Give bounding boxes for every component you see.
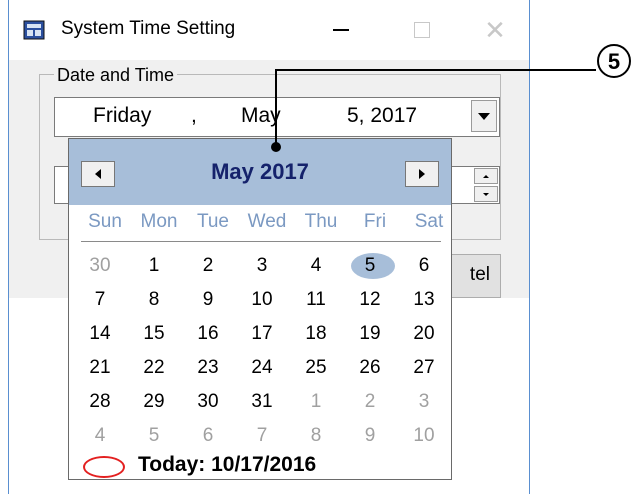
groupbox-legend: Date and Time xyxy=(54,65,178,86)
arrow-up-icon xyxy=(483,174,489,178)
month-calendar-dropdown[interactable]: May 2017 Sun Mon Tue Wed Thu Fri Sat 30 1 2 3 4 5 6 7… xyxy=(68,138,452,480)
calendar-day[interactable]: 16 xyxy=(181,319,235,349)
cancel-button-label: tel xyxy=(469,264,490,285)
weekday-label: Tue xyxy=(196,211,230,232)
next-month-button[interactable] xyxy=(405,161,439,187)
spin-up-button[interactable] xyxy=(474,168,498,184)
calendar-day[interactable]: 7 xyxy=(235,421,289,451)
weekday-label: Wed xyxy=(247,211,287,232)
calendar-day[interactable]: 13 xyxy=(397,285,451,315)
calendar-day[interactable]: 6 xyxy=(397,251,451,281)
calendar-day[interactable]: 3 xyxy=(235,251,289,281)
calendar-month-title[interactable]: May 2017 xyxy=(69,159,451,185)
callout-number-badge: 5 xyxy=(597,44,631,78)
calendar-day[interactable]: 10 xyxy=(397,421,451,451)
window-title: System Time Setting xyxy=(61,18,236,39)
weekday-label: Fri xyxy=(363,211,387,232)
calendar-header: May 2017 xyxy=(69,139,451,205)
time-spinner[interactable] xyxy=(474,168,498,202)
weekday-segment[interactable]: Friday xyxy=(93,104,151,128)
date-picker-field[interactable]: Friday , May 5, 2017 xyxy=(54,97,500,137)
calendar-day[interactable]: 31 xyxy=(235,387,289,417)
calendar-day[interactable]: 17 xyxy=(235,319,289,349)
weekday-label: Sat xyxy=(414,211,444,232)
calendar-day[interactable]: 5 xyxy=(343,251,397,281)
calendar-day[interactable]: 21 xyxy=(73,353,127,383)
calendar-day[interactable]: 1 xyxy=(289,387,343,417)
chevron-down-icon xyxy=(478,112,490,120)
calendar-day[interactable]: 10 xyxy=(235,285,289,315)
calendar-day[interactable]: 26 xyxy=(343,353,397,383)
calendar-day[interactable]: 2 xyxy=(181,251,235,281)
calendar-day[interactable]: 22 xyxy=(127,353,181,383)
month-segment[interactable]: May xyxy=(241,104,281,128)
calendar-day[interactable]: 9 xyxy=(181,285,235,315)
day-year-segment[interactable]: 5, 2017 xyxy=(347,104,417,128)
maximize-button[interactable] xyxy=(406,14,438,46)
close-icon: ✕ xyxy=(484,14,506,45)
spin-down-button[interactable] xyxy=(474,186,498,202)
calendar-day[interactable]: 3 xyxy=(397,387,451,417)
calendar-day[interactable]: 11 xyxy=(289,285,343,315)
calendar-day[interactable]: 8 xyxy=(289,421,343,451)
weekday-label: Sun xyxy=(88,211,122,232)
calendar-day[interactable]: 19 xyxy=(343,319,397,349)
calendar-day[interactable]: 4 xyxy=(289,251,343,281)
app-icon xyxy=(23,20,45,40)
date-dropdown-button[interactable] xyxy=(471,100,497,132)
calendar-day[interactable]: 28 xyxy=(73,387,127,417)
calendar-day[interactable]: 18 xyxy=(289,319,343,349)
calendar-day[interactable]: 12 xyxy=(343,285,397,315)
calendar-day[interactable]: 27 xyxy=(397,353,451,383)
arrow-down-icon xyxy=(483,192,489,196)
maximize-icon xyxy=(414,22,430,38)
weekday-header-row: Sun Mon Tue Wed Thu Fri Sat xyxy=(81,211,443,242)
calendar-day[interactable]: 30 xyxy=(73,251,127,281)
calendar-day[interactable]: 30 xyxy=(181,387,235,417)
calendar-day[interactable]: 20 xyxy=(397,319,451,349)
calendar-day[interactable]: 1 xyxy=(127,251,181,281)
calendar-day[interactable]: 25 xyxy=(289,353,343,383)
weekday-label: Thu xyxy=(304,211,338,232)
calendar-day[interactable]: 8 xyxy=(127,285,181,315)
minimize-icon xyxy=(333,29,349,31)
calendar-day[interactable]: 29 xyxy=(127,387,181,417)
calendar-day[interactable]: 2 xyxy=(343,387,397,417)
calendar-day[interactable]: 23 xyxy=(181,353,235,383)
calendar-day[interactable]: 4 xyxy=(73,421,127,451)
weekday-label: Mon xyxy=(140,211,178,232)
today-link[interactable]: Today: 10/17/2016 xyxy=(138,453,316,477)
title-bar[interactable]: System Time Setting ✕ xyxy=(9,0,529,60)
calendar-day[interactable]: 7 xyxy=(73,285,127,315)
calendar-day[interactable]: 24 xyxy=(235,353,289,383)
calendar-day[interactable]: 6 xyxy=(181,421,235,451)
calendar-day[interactable]: 9 xyxy=(343,421,397,451)
today-circle-icon xyxy=(83,456,125,478)
calendar-day[interactable]: 15 xyxy=(127,319,181,349)
calendar-day[interactable]: 5 xyxy=(127,421,181,451)
arrow-right-icon xyxy=(419,169,425,179)
calendar-day[interactable]: 14 xyxy=(73,319,127,349)
close-button[interactable]: ✕ xyxy=(479,14,511,46)
minimize-button[interactable] xyxy=(325,14,357,46)
svg-text:5: 5 xyxy=(608,49,620,74)
date-separator: , xyxy=(191,104,197,127)
